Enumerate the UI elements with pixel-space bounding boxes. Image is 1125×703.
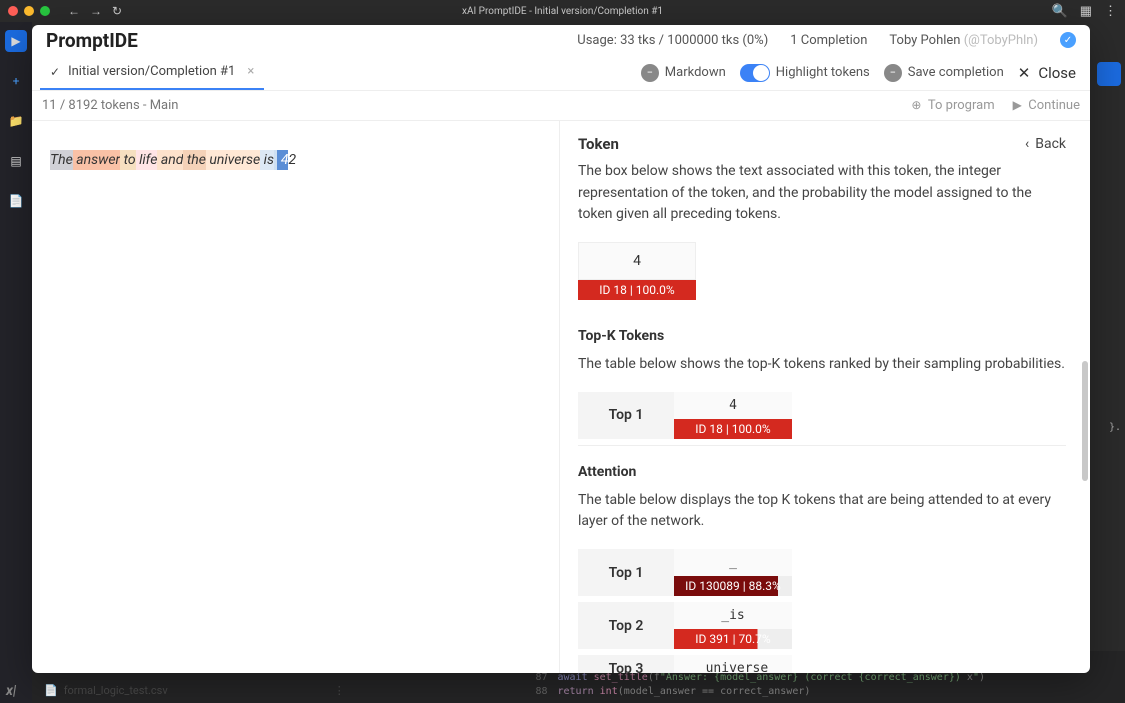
sub-header-row: 11 / 8192 tokens - Main ⊕ To program ▶ C… bbox=[32, 91, 1090, 121]
token-description: The box below shows the text associated … bbox=[578, 161, 1066, 226]
topk-title: Top-K Tokens bbox=[578, 328, 1066, 344]
close-icon: ✕ bbox=[1018, 64, 1031, 82]
background-code: 87await set_title(f"Answer: {model_answe… bbox=[535, 671, 985, 699]
check-icon: ✓ bbox=[50, 65, 60, 79]
window-controls[interactable] bbox=[8, 6, 50, 16]
toggle-off-icon: − bbox=[641, 64, 659, 82]
token-4[interactable]: and bbox=[157, 150, 183, 170]
prompt-pane[interactable]: The answer to life and the universe is 4… bbox=[32, 121, 560, 673]
attention-description: The table below displays the top K token… bbox=[578, 490, 1066, 533]
continue-button[interactable]: ▶ Continue bbox=[1013, 98, 1080, 113]
token-0[interactable]: The bbox=[50, 150, 73, 170]
close-tab-icon[interactable]: × bbox=[247, 64, 254, 79]
attn-row: Top 2 _is ID 391 | 70.7% bbox=[578, 602, 1066, 649]
scrollbar-thumb[interactable] bbox=[1082, 361, 1088, 481]
topk-rank: Top 1 bbox=[578, 392, 674, 439]
search-icon[interactable]: 🔍 bbox=[1052, 4, 1068, 19]
token-3[interactable]: life bbox=[136, 150, 158, 170]
app-title: PromptIDE bbox=[46, 29, 138, 52]
markdown-toggle[interactable]: − Markdown bbox=[641, 64, 726, 82]
save-completion-toggle[interactable]: − Save completion bbox=[884, 64, 1004, 82]
attn-rank: Top 2 bbox=[578, 602, 674, 649]
file-icon: 📄 bbox=[44, 684, 58, 697]
sidebar-db-icon[interactable]: ▤ bbox=[5, 150, 27, 172]
sidebar-add-icon[interactable]: + bbox=[5, 70, 27, 92]
token-6[interactable]: universe bbox=[206, 150, 260, 170]
sidebar-doc-icon[interactable]: 📄 bbox=[5, 190, 27, 212]
background-run-button bbox=[1097, 62, 1121, 86]
token-1[interactable]: answer bbox=[73, 150, 120, 170]
background-code-fragment: }. bbox=[1109, 422, 1121, 433]
topk-description: The table below shows the top-K tokens r… bbox=[578, 354, 1066, 376]
to-program-button[interactable]: ⊕ To program bbox=[911, 98, 994, 113]
attn-token-bar: ID 130089 | 88.3% bbox=[674, 576, 792, 596]
attn-row: Top 3 _universe bbox=[578, 655, 1066, 673]
highlight-toggle[interactable]: Highlight tokens bbox=[740, 64, 870, 82]
token-count: 11 / 8192 tokens - Main bbox=[42, 98, 178, 113]
divider bbox=[578, 445, 1066, 446]
minimize-window-icon[interactable] bbox=[24, 6, 34, 16]
token-5[interactable]: the bbox=[183, 150, 206, 170]
play-icon: ▶ bbox=[1013, 98, 1022, 112]
prompt-text[interactable]: The answer to life and the universe is 4… bbox=[50, 150, 296, 170]
background-file-name: formal_logic_test.csv bbox=[64, 684, 168, 697]
close-button[interactable]: ✕ Close bbox=[1018, 64, 1076, 82]
more-icon: ⋮ bbox=[334, 684, 345, 697]
nav-back-icon[interactable]: ← bbox=[68, 4, 80, 18]
token-10[interactable]: 2 bbox=[288, 150, 296, 170]
sidebar-folder-icon[interactable]: 📁 bbox=[5, 110, 27, 132]
tab-row: ✓ Initial version/Completion #1 × − Mark… bbox=[32, 55, 1090, 91]
attn-token-text: _universe bbox=[674, 655, 792, 673]
attn-row: Top 1 _ ID 130089 | 88.3% bbox=[578, 549, 1066, 596]
usage-text: Usage: 33 tks / 1000000 tks (0%) bbox=[577, 33, 768, 48]
close-window-icon[interactable] bbox=[8, 6, 18, 16]
attn-rank: Top 3 bbox=[578, 655, 674, 673]
toggle-off-icon: − bbox=[884, 64, 902, 82]
topk-row: Top 1 4 ID 18 | 100.0% bbox=[578, 392, 1066, 439]
token-text: 4 bbox=[578, 242, 696, 280]
file-tab-label: Initial version/Completion #1 bbox=[68, 64, 235, 79]
attn-token-bar: ID 391 | 70.7% bbox=[674, 629, 792, 649]
maximize-window-icon[interactable] bbox=[40, 6, 50, 16]
token-detail-pane: Token ‹ Back The box below shows the tex… bbox=[560, 121, 1090, 673]
attention-title: Attention bbox=[578, 464, 1066, 480]
attn-token-text: _ bbox=[674, 549, 792, 576]
selected-token-box: 4 ID 18 | 100.0% bbox=[578, 242, 696, 300]
back-button[interactable]: ‹ Back bbox=[1025, 136, 1066, 152]
file-tab[interactable]: ✓ Initial version/Completion #1 × bbox=[40, 55, 264, 90]
verified-badge-icon: ✓ bbox=[1060, 32, 1076, 48]
modal-header: PromptIDE Usage: 33 tks / 1000000 tks (0… bbox=[32, 25, 1090, 55]
browser-chrome: ← → ↻ xAI PromptIDE - Initial version/Co… bbox=[0, 0, 1125, 22]
markdown-label: Markdown bbox=[665, 65, 726, 80]
user-handle: (@TobyPhln) bbox=[964, 33, 1038, 48]
token-prob-bar: ID 18 | 100.0% bbox=[578, 280, 696, 300]
kebab-menu-icon[interactable]: ⋮ bbox=[1104, 4, 1117, 19]
topk-token-text: 4 bbox=[674, 392, 792, 419]
token-9[interactable]: 4 bbox=[277, 150, 288, 170]
topk-token-bar: ID 18 | 100.0% bbox=[674, 419, 792, 439]
attn-token-text: _is bbox=[674, 602, 792, 629]
back-label: Back bbox=[1035, 136, 1066, 152]
completion-modal: PromptIDE Usage: 33 tks / 1000000 tks (0… bbox=[32, 25, 1090, 673]
sidebar-run-icon[interactable]: ▶ bbox=[5, 30, 27, 52]
nav-reload-icon[interactable]: ↻ bbox=[112, 4, 122, 18]
user-name[interactable]: Toby Pohlen (@TobyPhln) bbox=[889, 33, 1038, 48]
chevron-left-icon: ‹ bbox=[1025, 136, 1029, 152]
extensions-icon[interactable]: ▦ bbox=[1080, 4, 1092, 19]
plus-circle-icon: ⊕ bbox=[911, 98, 921, 112]
browser-title: xAI PromptIDE - Initial version/Completi… bbox=[462, 6, 663, 17]
sidebar: ▶ + 📁 ▤ 📄 bbox=[0, 22, 32, 703]
close-label: Close bbox=[1038, 64, 1076, 82]
token-2[interactable]: to bbox=[120, 150, 136, 170]
background-file-tab: 📄 formal_logic_test.csv ⋮ bbox=[44, 677, 345, 703]
save-label: Save completion bbox=[908, 65, 1004, 80]
attn-rank: Top 1 bbox=[578, 549, 674, 596]
nav-forward-icon[interactable]: → bbox=[90, 4, 102, 18]
token-panel-title: Token bbox=[578, 135, 619, 153]
completion-count[interactable]: 1 Completion bbox=[790, 33, 867, 48]
token-7[interactable]: is bbox=[260, 150, 274, 170]
xai-logo: x| bbox=[6, 683, 16, 699]
highlight-label: Highlight tokens bbox=[776, 65, 870, 80]
